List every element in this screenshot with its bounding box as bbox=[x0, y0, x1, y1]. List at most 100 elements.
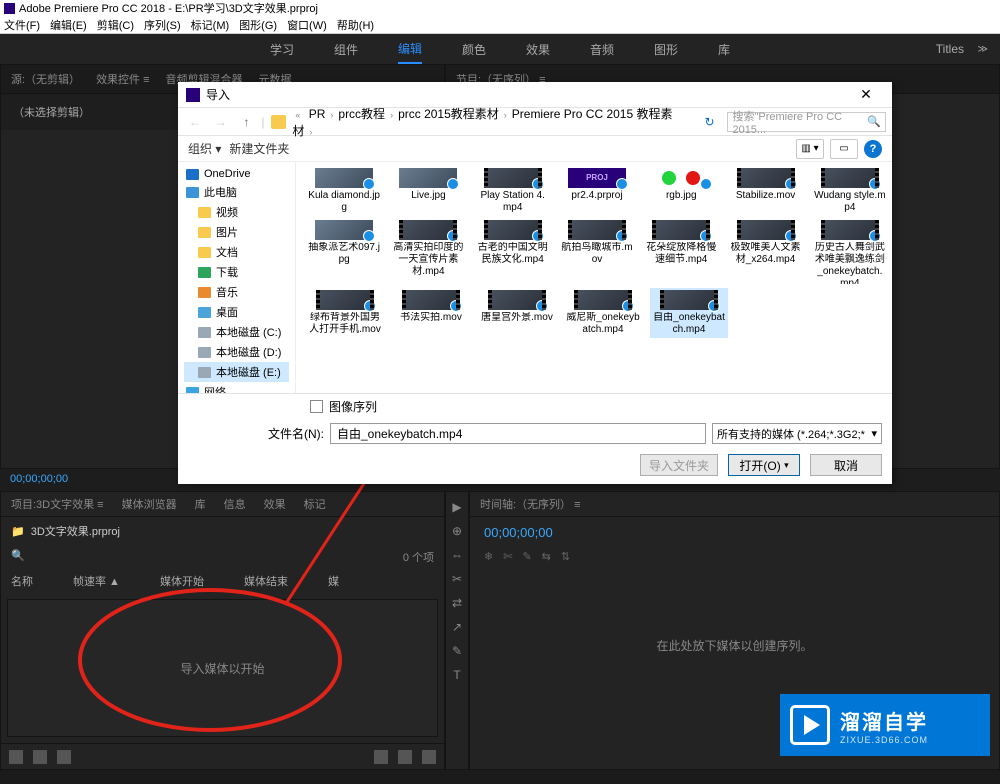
project-panel-tabs[interactable]: 项目:3D文字效果 ≡ 媒体浏览器 库 信息 效果 标记 bbox=[1, 492, 444, 517]
breadcrumb[interactable]: « PR›prcc教程›prcc 2015教程素材›Premiere Pro C… bbox=[292, 105, 691, 139]
panel-tab[interactable]: 源:（无剪辑） bbox=[11, 71, 80, 87]
nav-up-button[interactable]: ↑ bbox=[236, 111, 258, 133]
menu-item[interactable]: 图形(G) bbox=[239, 17, 277, 33]
close-button[interactable]: ✕ bbox=[848, 86, 884, 103]
tree-item[interactable]: 本地磁盘 (E:) bbox=[184, 362, 289, 382]
file-item[interactable]: 自由_onekeybatch.mp4 bbox=[650, 288, 728, 338]
tool-button[interactable]: T bbox=[450, 668, 464, 682]
tree-item[interactable]: 下载 bbox=[184, 262, 289, 282]
workspace-tab[interactable]: 编辑 bbox=[398, 36, 422, 63]
organize-menu[interactable]: 组织 ▾ bbox=[188, 140, 221, 157]
menu-item[interactable]: 帮助(H) bbox=[337, 17, 374, 33]
project-columns[interactable]: 名称帧速率 ▲媒体开始媒体结束媒 bbox=[1, 569, 444, 593]
tool-button[interactable]: ⇄ bbox=[450, 596, 464, 610]
panel-tab[interactable]: 信息 bbox=[224, 496, 246, 512]
tree-item[interactable]: OneDrive bbox=[184, 166, 289, 182]
file-filter-select[interactable]: 所有支持的媒体 (*.264;*.3G2;* ▾ bbox=[712, 423, 882, 444]
file-item[interactable]: 高清实拍印度的一天宣传片素材.mp4 bbox=[390, 218, 466, 286]
timeline-toggle-icon[interactable]: ⇅ bbox=[561, 550, 570, 563]
workspace-tab[interactable]: 颜色 bbox=[462, 37, 486, 62]
project-bottom-bar[interactable] bbox=[1, 743, 444, 769]
workspace-tab[interactable]: Titles bbox=[936, 38, 964, 60]
workspace-tab[interactable]: 组件 bbox=[334, 37, 358, 62]
panel-tab[interactable]: 效果控件 ≡ bbox=[96, 71, 149, 87]
file-item[interactable]: Live.jpg bbox=[390, 166, 466, 216]
refresh-button[interactable]: ↻ bbox=[700, 115, 720, 129]
timeline-toggles[interactable]: ❄ ✄ ✎ ⇆ ⇅ bbox=[470, 548, 999, 565]
new-item-icon[interactable] bbox=[398, 750, 412, 764]
menu-item[interactable]: 剪辑(C) bbox=[97, 17, 134, 33]
file-item[interactable]: 花朵绽放降格慢速细节.mp4 bbox=[643, 218, 719, 286]
tree-item[interactable]: 桌面 bbox=[184, 302, 289, 322]
nav-back-button[interactable]: ← bbox=[184, 111, 206, 133]
menu-item[interactable]: 编辑(E) bbox=[50, 17, 87, 33]
file-item[interactable]: 书法实拍.mov bbox=[392, 288, 470, 338]
panel-tab[interactable]: 效果 bbox=[264, 496, 286, 512]
workspace-tab[interactable]: 效果 bbox=[526, 37, 550, 62]
app-menubar[interactable]: 文件(F)编辑(E)剪辑(C)序列(S)标记(M)图形(G)窗口(W)帮助(H) bbox=[0, 16, 1000, 34]
tool-button[interactable]: ⇔ bbox=[450, 548, 464, 562]
tree-item[interactable]: 视频 bbox=[184, 202, 289, 222]
image-sequence-checkbox[interactable] bbox=[310, 400, 323, 413]
breadcrumb-item[interactable]: prcc教程 bbox=[336, 107, 387, 121]
panel-tab[interactable]: 标记 bbox=[304, 496, 326, 512]
column-header[interactable]: 媒体结束 bbox=[244, 573, 288, 589]
tree-item[interactable]: 本地磁盘 (D:) bbox=[184, 342, 289, 362]
tool-button[interactable]: ↗ bbox=[450, 620, 464, 634]
menu-item[interactable]: 文件(F) bbox=[4, 17, 40, 33]
open-button[interactable]: 打开(O) ▾ bbox=[728, 454, 800, 476]
file-item[interactable]: Kula diamond.jpg bbox=[306, 166, 382, 216]
new-bin-icon[interactable] bbox=[374, 750, 388, 764]
timeline-header[interactable]: 时间轴:（无序列） ≡ bbox=[470, 492, 999, 517]
file-item[interactable]: Stabilize.mov bbox=[727, 166, 803, 216]
workspace-tab[interactable]: 音频 bbox=[590, 37, 614, 62]
timeline-toggle-icon[interactable]: ⇆ bbox=[542, 550, 551, 563]
breadcrumb-item[interactable]: prcc 2015教程素材 bbox=[396, 107, 501, 121]
timeline-toggle-icon[interactable]: ✎ bbox=[522, 550, 531, 563]
menu-item[interactable]: 标记(M) bbox=[191, 17, 230, 33]
nav-tree[interactable]: OneDrive此电脑视频图片文档下载音乐桌面本地磁盘 (C:)本地磁盘 (D:… bbox=[178, 162, 296, 393]
import-folder-button[interactable]: 导入文件夹 bbox=[640, 454, 718, 476]
workspace-tab[interactable]: 学习 bbox=[270, 37, 294, 62]
panel-tab[interactable]: 项目:3D文字效果 ≡ bbox=[11, 496, 104, 512]
workspace-tab[interactable]: 库 bbox=[718, 37, 730, 62]
file-item[interactable]: 历史古人舞剑武术唯美飘逸练剑_onekeybatch.mp4 bbox=[812, 218, 888, 286]
timeline-toggle-icon[interactable]: ✄ bbox=[503, 550, 512, 563]
panel-tab[interactable]: 媒体浏览器 bbox=[122, 496, 177, 512]
tool-button[interactable]: ✂ bbox=[450, 572, 464, 586]
filename-input[interactable]: 自由_onekeybatch.mp4 bbox=[330, 423, 706, 444]
tree-item[interactable]: 文档 bbox=[184, 242, 289, 262]
menu-item[interactable]: 窗口(W) bbox=[287, 17, 327, 33]
tree-item[interactable]: 音乐 bbox=[184, 282, 289, 302]
file-item[interactable]: 古老的中国文明民族文化.mp4 bbox=[475, 218, 551, 286]
file-item[interactable]: 抽象派艺术097.jpg bbox=[306, 218, 382, 286]
column-header[interactable]: 名称 bbox=[11, 573, 33, 589]
timeline-toggle-icon[interactable]: ❄ bbox=[484, 550, 493, 563]
file-item[interactable]: 航拍鸟瞰城市.mov bbox=[559, 218, 635, 286]
list-view-icon[interactable] bbox=[9, 750, 23, 764]
panel-tab[interactable]: 库 bbox=[195, 496, 206, 512]
view-mode-button[interactable]: ▥ ▾ bbox=[796, 139, 824, 159]
cancel-button[interactable]: 取消 bbox=[810, 454, 882, 476]
icon-view-icon[interactable] bbox=[33, 750, 47, 764]
media-bin[interactable]: 导入媒体以开始 bbox=[7, 599, 438, 737]
search-input[interactable]: 🔍 bbox=[11, 549, 25, 565]
file-item[interactable]: 唐皇宫外景.mov bbox=[478, 288, 556, 338]
column-header[interactable]: 媒体开始 bbox=[160, 573, 204, 589]
file-item[interactable]: 极致唯美人文素材_x264.mp4 bbox=[727, 218, 803, 286]
column-header[interactable]: 媒 bbox=[328, 573, 339, 589]
workspace-tab[interactable]: 图形 bbox=[654, 37, 678, 62]
file-grid[interactable]: Kula diamond.jpgLive.jpgPlay Station 4.m… bbox=[296, 162, 892, 393]
search-input[interactable]: 搜索"Premiere Pro CC 2015... 🔍 bbox=[727, 112, 886, 132]
help-button[interactable]: ? bbox=[864, 140, 882, 158]
freeform-view-icon[interactable] bbox=[57, 750, 71, 764]
file-item[interactable]: PROJpr2.4.prproj bbox=[559, 166, 635, 216]
file-item[interactable]: 绿布背景外国男人打开手机.mov bbox=[306, 288, 384, 338]
tree-item[interactable]: 网络 bbox=[184, 382, 289, 393]
file-item[interactable]: Wudang style.mp4 bbox=[812, 166, 888, 216]
tree-item[interactable]: 此电脑 bbox=[184, 182, 289, 202]
file-item[interactable]: rgb.jpg bbox=[643, 166, 719, 216]
breadcrumb-item[interactable]: PR bbox=[307, 107, 328, 121]
tree-item[interactable]: 本地磁盘 (C:) bbox=[184, 322, 289, 342]
new-folder-button[interactable]: 新建文件夹 bbox=[229, 140, 289, 157]
